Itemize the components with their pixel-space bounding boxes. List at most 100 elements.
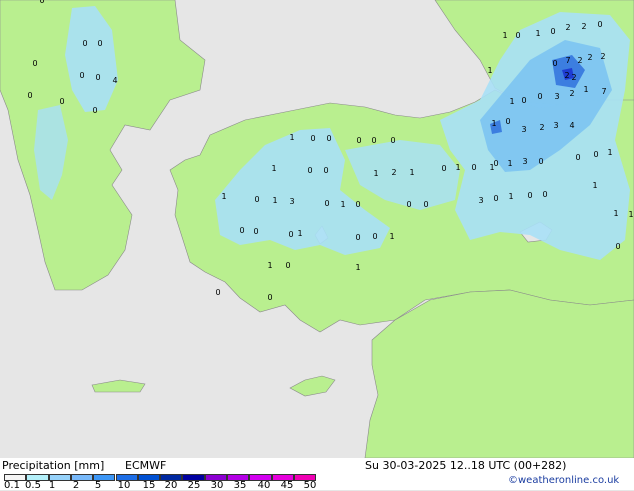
credit-text: ©weatheronline.co.uk <box>508 475 620 486</box>
precip-value-label: 0 <box>39 0 44 5</box>
precip-value-label: 2 <box>600 52 605 61</box>
precip-value-label: 0 <box>521 96 526 105</box>
levant-landmass <box>364 289 634 458</box>
legend-title: Precipitation [mm] <box>2 459 105 472</box>
precip-value-label: 0 <box>307 166 312 175</box>
precip-value-label: 0 <box>92 106 97 115</box>
precip-value-label: 0 <box>59 97 64 106</box>
precip-value-label: 1 <box>389 232 394 241</box>
precip-value-label: 0 <box>79 71 84 80</box>
precip-value-label: 7 <box>601 87 606 96</box>
colorbar-tick-label: 30 <box>210 480 224 491</box>
precip-value-label: 1 <box>267 261 272 270</box>
precip-value-label: 1 <box>271 164 276 173</box>
colorbar-tick-label: 1 <box>48 480 56 491</box>
precip-value-label: 2 <box>577 56 582 65</box>
precip-value-label: 0 <box>32 59 37 68</box>
colorbar-tick-label: 40 <box>257 480 271 491</box>
precip-value-label: 0 <box>356 136 361 145</box>
precip-value-label: 0 <box>538 157 543 166</box>
colorbar-tick-label: 50 <box>303 480 317 491</box>
precip-value-label: 4 <box>112 76 117 85</box>
precip-value-label: 0 <box>615 242 620 251</box>
precip-value-label: 0 <box>371 136 376 145</box>
valid-time: Su 30-03-2025 12..18 UTC (00+282) <box>365 459 567 472</box>
precip-value-label: 1 <box>487 66 492 75</box>
precip-value-label: 2 <box>391 168 396 177</box>
precip-value-label: 1 <box>535 29 540 38</box>
precip-value-label: 1 <box>628 210 633 219</box>
precip-value-label: 0 <box>355 233 360 242</box>
precip-value-label: 0 <box>550 27 555 36</box>
precip-value-label: 1 <box>455 163 460 172</box>
precip-value-label: 1 <box>289 133 294 142</box>
precip-value-label: 0 <box>406 200 411 209</box>
precip-value-label: 0 <box>372 232 377 241</box>
precip-value-label: 2 <box>571 73 576 82</box>
precip-value-label: 3 <box>553 121 558 130</box>
precip-value-label: 0 <box>493 194 498 203</box>
colorbar-tick-label: 25 <box>187 480 201 491</box>
precip-value-label: 3 <box>554 92 559 101</box>
precip-value-label: 0 <box>323 166 328 175</box>
precip-value-label: 1 <box>583 85 588 94</box>
colorbar-tick-label: 10 <box>117 480 131 491</box>
precip-value-label: 1 <box>508 192 513 201</box>
precip-value-label: 0 <box>423 200 428 209</box>
precip-value-label: 4 <box>569 121 574 130</box>
precip-value-label: 0 <box>254 195 259 204</box>
colorbar-tick-label: 2 <box>72 480 80 491</box>
precip-value-label: 1 <box>340 200 345 209</box>
precip-value-label: 0 <box>326 134 331 143</box>
precip-value-label: 0 <box>515 31 520 40</box>
precip-value-label: 1 <box>509 97 514 106</box>
precip-value-label: 0 <box>355 200 360 209</box>
model-label: ECMWF <box>125 459 167 472</box>
precip-value-label: 1 <box>507 159 512 168</box>
precip-value-label: 1 <box>607 148 612 157</box>
precip-value-label: 3 <box>289 197 294 206</box>
precip-value-label: 1 <box>221 192 226 201</box>
colorbar-tick-label: 20 <box>164 480 178 491</box>
precip-value-label: 2 <box>565 23 570 32</box>
precip-value-label: 2 <box>569 89 574 98</box>
precip-value-label: 1 <box>491 119 496 128</box>
precip-value-label: 0 <box>288 230 293 239</box>
precip-value-label: 3 <box>478 196 483 205</box>
precip-value-label: 7 <box>565 56 570 65</box>
precip-value-label: 3 <box>522 157 527 166</box>
precip-value-label: 1 <box>613 209 618 218</box>
precip-value-label: 0 <box>552 59 557 68</box>
precip-value-label: 0 <box>27 91 32 100</box>
precip-value-label: 0 <box>441 164 446 173</box>
precip-value-label: 1 <box>373 169 378 178</box>
colorbar-tick-label: 35 <box>233 480 247 491</box>
precip-value-label: 0 <box>542 190 547 199</box>
colorbar-tick-label: 5 <box>94 480 102 491</box>
colorbar-tick-label: 0.1 <box>4 480 20 491</box>
precip-value-label: 1 <box>489 163 494 172</box>
precip-value-label: 0 <box>390 136 395 145</box>
precip-value-label: 0 <box>310 134 315 143</box>
precip-value-label: 2 <box>564 71 569 80</box>
colorbar-tick-label: 45 <box>280 480 294 491</box>
precip-value-label: 0 <box>575 153 580 162</box>
precip-value-label: 2 <box>581 22 586 31</box>
precipitation-map: 00 000 400001 0 1 0 2 2 010 7 2 2 22 21 71 0 0 3 21 03 2 3 41 0… <box>0 0 634 458</box>
colorbar-tick-label: 0.5 <box>25 480 41 491</box>
precip-value-label: 0 <box>82 39 87 48</box>
precip-value-label: 1 <box>592 181 597 190</box>
precip-value-label: 0 <box>597 20 602 29</box>
precip-value-label: 0 <box>505 117 510 126</box>
precip-value-label: 0 <box>471 163 476 172</box>
precip-value-label: 0 <box>215 288 220 297</box>
precip-value-label: 1 <box>297 229 302 238</box>
precip-value-label: 0 <box>97 39 102 48</box>
precip-value-label: 1 <box>272 196 277 205</box>
precip-value-label: 0 <box>95 73 100 82</box>
precip-value-label: 0 <box>239 226 244 235</box>
precip-value-label: 0 <box>537 92 542 101</box>
precip-value-label: 0 <box>593 150 598 159</box>
precip-value-label: 1 <box>502 31 507 40</box>
precip-value-label: 0 <box>253 227 258 236</box>
